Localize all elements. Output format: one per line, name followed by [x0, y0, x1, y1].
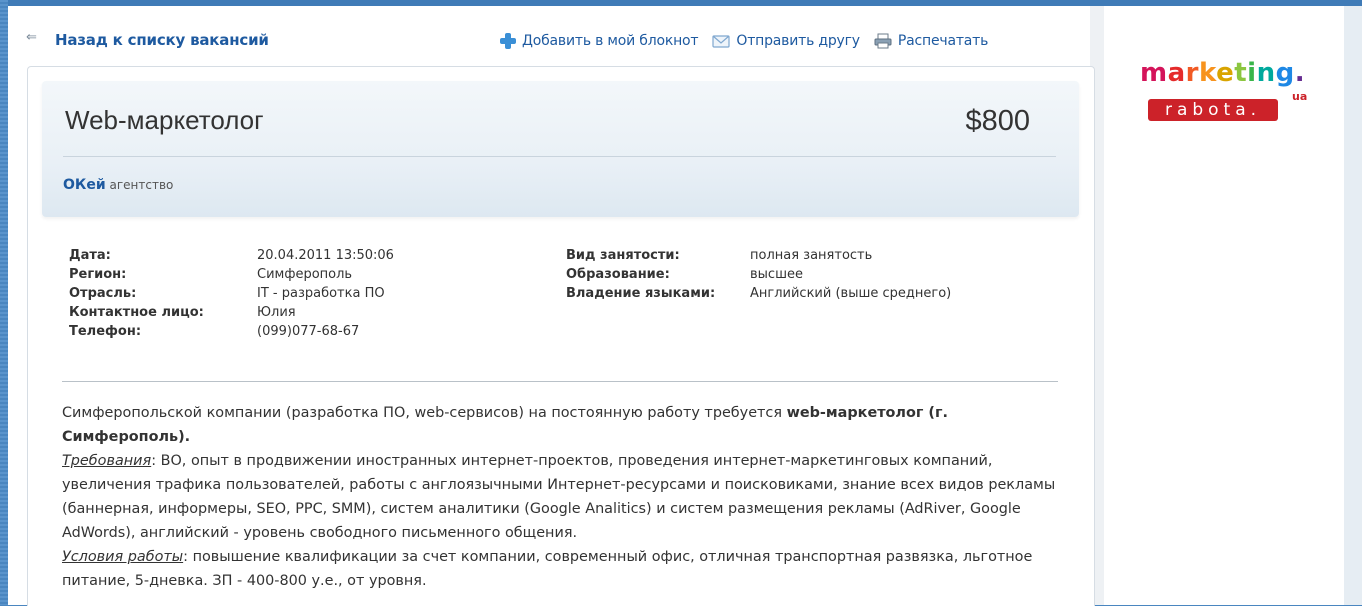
- logo-letter: .: [1294, 58, 1306, 88]
- printer-icon: [874, 33, 892, 49]
- company-type: агентство: [109, 178, 174, 192]
- detail-row-phone: Телефон: (099)077-68-67: [69, 322, 394, 341]
- details-right: Вид занятости: полная занятость Образова…: [566, 246, 951, 303]
- detail-row-languages: Владение языками: Английский (выше средн…: [566, 284, 951, 303]
- detail-label: Вид занятости:: [566, 248, 680, 263]
- envelope-icon: [712, 33, 730, 49]
- print-label: Распечатать: [897, 33, 989, 49]
- detail-row-industry: Отрасль: IT - разработка ПО: [69, 284, 394, 303]
- detail-value: полная занятость: [750, 248, 873, 263]
- send-to-friend-label: Отправить другу: [736, 33, 860, 49]
- logo-letter: a: [1167, 58, 1186, 88]
- job-description: Симферопольской компании (разработка ПО,…: [62, 401, 1072, 593]
- logo-top-text: marketing.: [1140, 58, 1320, 88]
- logo-bottom-text: rabota.: [1148, 99, 1278, 121]
- detail-row-region: Регион: Симферополь: [69, 265, 394, 284]
- logo-letter: k: [1198, 58, 1217, 88]
- logo-letter: t: [1234, 58, 1248, 88]
- conditions-text: : повышение квалификации за счет компани…: [62, 549, 1033, 589]
- back-to-list-link[interactable]: Назад к списку вакансий: [55, 31, 269, 49]
- right-edge: [1344, 6, 1362, 605]
- requirements-heading: Требования: [62, 453, 152, 469]
- detail-value: высшее: [750, 267, 803, 282]
- company-link[interactable]: ОКей: [63, 177, 106, 193]
- job-title: Web-маркетолог: [65, 105, 264, 135]
- detail-label: Образование:: [566, 267, 670, 282]
- detail-value: Юлия: [257, 305, 296, 320]
- action-toolbar: Добавить в мой блокнот Отправить другу Р…: [500, 30, 988, 52]
- conditions-heading: Условия работы: [62, 549, 184, 565]
- detail-label: Отрасль:: [69, 286, 137, 301]
- detail-value: IT - разработка ПО: [257, 286, 385, 301]
- logo-ua-text: ua: [1292, 90, 1308, 103]
- detail-value: Симферополь: [257, 267, 353, 282]
- desc-intro: Симферопольской компании (разработка ПО,…: [62, 405, 787, 421]
- logo-letter: r: [1185, 58, 1199, 88]
- print-button[interactable]: Распечатать: [874, 33, 988, 49]
- marketing-rabota-logo[interactable]: marketing. rabota. ua: [1140, 58, 1320, 138]
- detail-row-employment: Вид занятости: полная занятость: [566, 246, 951, 265]
- detail-value: (099)077-68-67: [257, 324, 360, 339]
- company-line: ОКей агентство: [63, 177, 173, 193]
- add-to-notebook-label: Добавить в мой блокнот: [522, 33, 699, 49]
- detail-row-contact: Контактное лицо: Юлия: [69, 303, 394, 322]
- detail-value: 20.04.2011 13:50:06: [257, 248, 394, 263]
- vacancy-header: Web-маркетолог $800 ОКей агентство: [42, 81, 1079, 217]
- send-to-friend-button[interactable]: Отправить другу: [712, 33, 860, 49]
- detail-label: Телефон:: [69, 324, 142, 339]
- detail-label: Регион:: [69, 267, 127, 282]
- detail-label: Дата:: [69, 248, 111, 263]
- details-left: Дата: 20.04.2011 13:50:06 Регион: Симфер…: [69, 246, 394, 341]
- requirements-text: : ВО, опыт в продвижении иностранных инт…: [62, 453, 1056, 541]
- detail-row-education: Образование: высшее: [566, 265, 951, 284]
- header-divider: [63, 156, 1056, 157]
- detail-label: Контактное лицо:: [69, 305, 204, 320]
- add-to-notebook-button[interactable]: Добавить в мой блокнот: [500, 33, 699, 49]
- details-divider: [62, 381, 1058, 382]
- logo-letter: e: [1216, 58, 1235, 88]
- detail-label: Владение языками:: [566, 286, 716, 301]
- detail-row-date: Дата: 20.04.2011 13:50:06: [69, 246, 394, 265]
- left-border: [0, 0, 8, 605]
- logo-letter: n: [1256, 58, 1276, 88]
- logo-letter: m: [1140, 58, 1168, 88]
- plus-icon: [500, 33, 516, 49]
- detail-value: Английский (выше среднего): [750, 286, 952, 301]
- salary: $800: [965, 105, 1030, 137]
- vacancy-card: Web-маркетолог $800 ОКей агентство Дата:…: [27, 66, 1095, 606]
- logo-letter: g: [1275, 58, 1295, 88]
- back-arrow-icon[interactable]: ⇐: [26, 30, 37, 45]
- logo-letter: i: [1247, 58, 1257, 88]
